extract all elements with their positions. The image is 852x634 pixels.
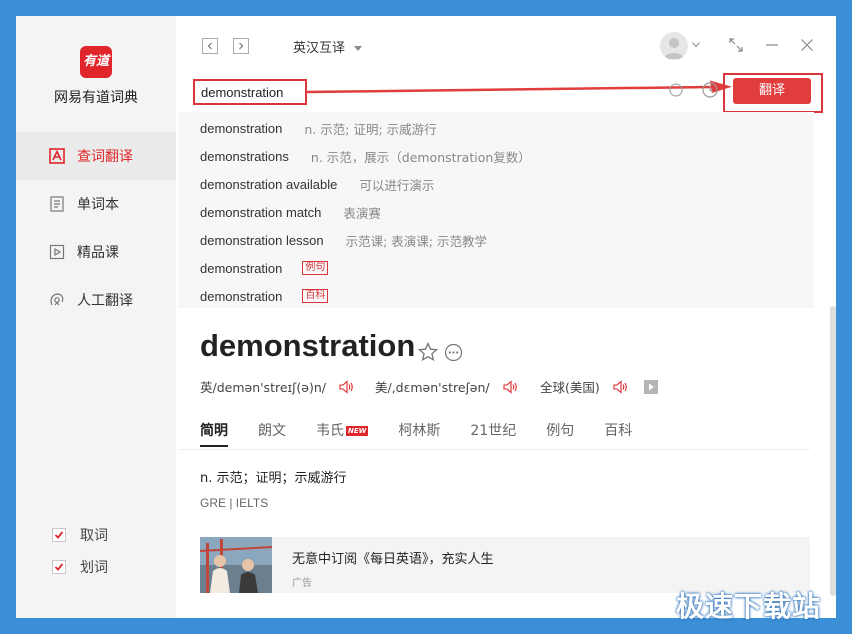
list-item[interactable]: demonstration n. 示范; 证明; 示威游行 <box>200 114 437 142</box>
definition: n. 示范；证明；示威游行 <box>200 471 347 486</box>
ad-image <box>200 537 272 593</box>
pronunciation-label: 全球(美国) <box>540 380 600 395</box>
chevron-right-icon <box>239 42 244 50</box>
watermark: 极速下载站 <box>676 590 822 623</box>
back-button[interactable] <box>202 38 218 54</box>
avatar[interactable] <box>660 32 688 60</box>
pronunciation-label: 美/,dɛmən'streʃən/ <box>375 380 490 395</box>
tab-examples[interactable]: 例句 <box>546 420 574 440</box>
forward-button[interactable] <box>233 38 249 54</box>
play-icon[interactable] <box>643 379 658 394</box>
tab-collins[interactable]: 柯林斯 <box>398 420 440 440</box>
checkbox[interactable] <box>52 528 66 542</box>
example-sentence-tag: 例句 <box>302 261 329 275</box>
caret-down-icon <box>354 46 363 51</box>
sidebar-item-human-translation[interactable]: 人工翻译 <box>16 276 176 324</box>
pronunciation-global: 全球(美国) <box>540 377 658 396</box>
speaker-icon[interactable] <box>338 379 354 395</box>
chevron-left-icon <box>207 42 212 50</box>
list-item[interactable]: demonstrations n. 示范，展示（demonstration复数） <box>200 142 531 170</box>
list-item[interactable]: demonstration 百科 <box>200 282 329 310</box>
sidebar-item-label: 精品课 <box>77 245 119 261</box>
suggestion-word: demonstration <box>200 288 283 304</box>
expand-icon <box>729 38 743 52</box>
sidebar-item-label: 人工翻译 <box>77 293 133 309</box>
tab-longman[interactable]: 朗文 <box>258 420 286 440</box>
sidebar-item-lookup[interactable]: 查词翻译 <box>16 132 176 180</box>
close-button[interactable] <box>798 36 816 54</box>
chevron-down-icon[interactable] <box>692 42 700 48</box>
suggestion-word: demonstration available <box>200 176 338 192</box>
sidebar-item-label: 单词本 <box>77 197 119 213</box>
divider <box>178 449 810 450</box>
check-icon <box>54 563 64 571</box>
option-label: 取词 <box>80 528 108 544</box>
suggestion-definition: n. 示范; 证明; 示威游行 <box>304 121 437 137</box>
checkbox[interactable] <box>52 560 66 574</box>
suggestion-word: demonstration <box>200 120 283 136</box>
suggestion-definition: 示范课; 表演课; 示范教学 <box>345 233 487 249</box>
minimize-icon <box>766 44 778 46</box>
suggestion-definition: 可以进行演示 <box>359 177 435 193</box>
dictionary-icon <box>49 148 65 164</box>
translate-button[interactable]: 翻译 <box>733 78 811 104</box>
star-icon[interactable] <box>418 342 438 362</box>
notebook-icon <box>49 196 65 212</box>
search-input[interactable] <box>195 81 309 103</box>
sidebar-item-label: 查词翻译 <box>77 149 133 165</box>
tab-webster[interactable]: 韦氏 NEW <box>316 420 369 440</box>
dictionary-tabs: 简明 朗文 韦氏 NEW 柯林斯 21世纪 例句 百科 <box>200 420 632 440</box>
list-item[interactable]: demonstration lesson 示范课; 表演课; 示范教学 <box>200 226 487 254</box>
suggestion-word: demonstration lesson <box>200 232 324 248</box>
check-icon <box>54 531 64 539</box>
suggestion-list: demonstration n. 示范; 证明; 示威游行 demonstrat… <box>178 112 814 308</box>
option-select-word[interactable]: 划词 <box>52 557 108 577</box>
list-item[interactable]: demonstration 例句 <box>200 254 329 282</box>
sidebar: 有道 网易有道词典 查词翻译 单词本 精品课 人工翻译 取词 划词 <box>16 16 176 618</box>
tab-21st-century[interactable]: 21世纪 <box>470 420 516 440</box>
scrollbar[interactable] <box>830 306 836 596</box>
translate-mode-dropdown[interactable]: 英汉互译 <box>293 37 363 56</box>
list-item[interactable]: demonstration available 可以进行演示 <box>200 170 434 198</box>
speaker-icon[interactable] <box>502 379 518 395</box>
expand-button[interactable] <box>727 36 745 54</box>
ad-title: 无意中订阅《每日英语》，充实人生 <box>292 552 494 567</box>
translate-mode-label: 英汉互译 <box>293 41 346 56</box>
headword: demonstration <box>200 328 416 363</box>
speaker-icon[interactable] <box>612 379 628 395</box>
option-capture-word[interactable]: 取词 <box>52 525 108 545</box>
close-icon <box>801 39 813 51</box>
suggestion-word: demonstration match <box>200 204 322 220</box>
list-item[interactable]: demonstration match 表演赛 <box>200 198 381 226</box>
more-icon[interactable] <box>444 343 463 362</box>
tab-label: 韦氏 <box>316 423 344 439</box>
human-translate-icon <box>49 292 65 308</box>
option-label: 划词 <box>80 560 108 576</box>
active-tab-indicator <box>200 445 228 447</box>
ad-label: 广告 <box>292 578 312 589</box>
app-window: 有道 网易有道词典 查词翻译 单词本 精品课 人工翻译 取词 划词 英汉互译 d… <box>16 16 836 618</box>
suggestion-word: demonstration <box>200 260 283 276</box>
pronunciation-us: 美/,dɛmən'streʃən/ <box>375 377 518 396</box>
sidebar-item-courses[interactable]: 精品课 <box>16 228 176 276</box>
history-icon[interactable] <box>701 81 719 99</box>
search-box <box>193 79 309 105</box>
suggestion-definition: n. 示范，展示（demonstration复数） <box>310 149 531 165</box>
tab-encyclopedia[interactable]: 百科 <box>604 420 632 440</box>
course-icon <box>49 244 65 260</box>
app-logo: 有道 <box>80 46 112 78</box>
user-icon <box>664 38 684 59</box>
exam-tags: GRE | IELTS <box>200 496 269 510</box>
tab-concise[interactable]: 简明 <box>200 420 228 440</box>
pronunciation-uk: 英/demən'streɪʃ(ə)n/ <box>200 377 354 396</box>
minimize-button[interactable] <box>763 36 781 54</box>
sidebar-item-wordbook[interactable]: 单词本 <box>16 180 176 228</box>
suggestion-word: demonstrations <box>200 148 289 164</box>
app-name: 网易有道词典 <box>54 90 138 106</box>
clear-icon[interactable] <box>669 83 683 97</box>
encyclopedia-tag: 百科 <box>302 289 329 303</box>
suggestion-definition: 表演赛 <box>343 205 381 221</box>
new-badge: NEW <box>346 426 369 436</box>
pronunciation-label: 英/demən'streɪʃ(ə)n/ <box>200 380 326 395</box>
